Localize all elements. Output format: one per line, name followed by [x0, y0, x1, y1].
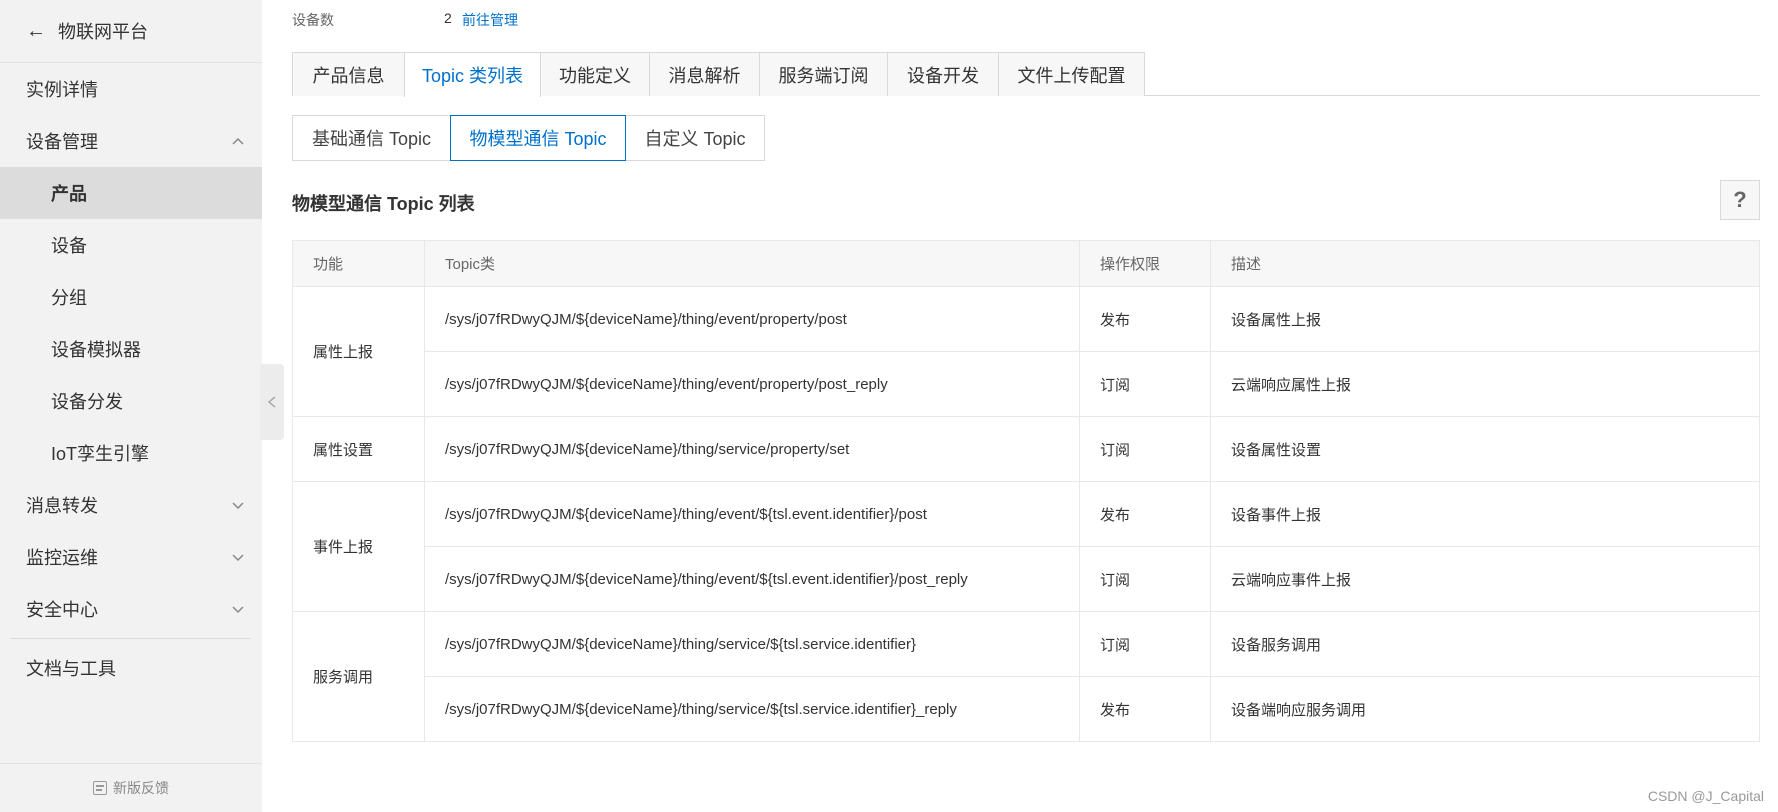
sidebar-item-device-management[interactable]: 设备管理 — [0, 115, 262, 167]
platform-title: 物联网平台 — [58, 22, 148, 42]
sidebar: ← 物联网平台 实例详情 设备管理 产品 设备 分组 设备模拟器 设备分发 Io… — [0, 0, 262, 812]
table-row: 属性设置 /sys/j07fRDwyQJM/${deviceName}/thin… — [292, 416, 1760, 482]
tab-topic-list[interactable]: Topic 类列表 — [404, 52, 541, 97]
topic-cell: /sys/j07fRDwyQJM/${deviceName}/thing/eve… — [424, 351, 1080, 417]
permission-cell: 订阅 — [1079, 416, 1211, 482]
subtab-custom-topic[interactable]: 自定义 Topic — [625, 115, 765, 161]
device-count-label: 设备数 — [292, 12, 334, 28]
topic-cell: /sys/j07fRDwyQJM/${deviceName}/thing/ser… — [424, 416, 1080, 482]
table-row: 属性上报 /sys/j07fRDwyQJM/${deviceName}/thin… — [292, 286, 1760, 417]
subtab-basic-topic[interactable]: 基础通信 Topic — [292, 115, 451, 161]
chevron-down-icon — [228, 547, 248, 567]
chevron-down-icon — [228, 599, 248, 619]
section-title: 物模型通信 Topic 列表 — [292, 194, 475, 214]
sidebar-item-group[interactable]: 分组 — [0, 271, 262, 323]
sidebar-item-label: 产品 — [51, 184, 87, 204]
tab-function-definition[interactable]: 功能定义 — [540, 52, 650, 96]
tab-message-parsing[interactable]: 消息解析 — [649, 52, 760, 96]
secondary-tabs: 基础通信 Topic 物模型通信 Topic 自定义 Topic — [292, 115, 765, 161]
permission-cell: 发布 — [1079, 481, 1211, 547]
sidebar-item-label: 设备管理 — [26, 132, 98, 152]
permission-cell: 订阅 — [1079, 546, 1211, 612]
sidebar-item-device[interactable]: 设备 — [0, 219, 262, 271]
sidebar-item-label: 设备模拟器 — [51, 340, 141, 360]
chevron-left-icon — [267, 396, 276, 408]
arrow-left-icon[interactable]: ← — [26, 21, 46, 41]
table-row: /sys/j07fRDwyQJM/${deviceName}/thing/eve… — [293, 546, 1760, 612]
sidebar-item-label: 设备 — [51, 236, 87, 256]
permission-cell: 订阅 — [1079, 611, 1211, 677]
sidebar-item-label: 文档与工具 — [26, 659, 116, 679]
topic-cell: /sys/j07fRDwyQJM/${deviceName}/thing/eve… — [424, 286, 1080, 352]
tab-product-info[interactable]: 产品信息 — [292, 52, 405, 96]
sidebar-item-label: 实例详情 — [26, 80, 98, 100]
table-row: /sys/j07fRDwyQJM/${deviceName}/thing/eve… — [293, 351, 1760, 417]
function-cell: 属性设置 — [292, 416, 425, 482]
sidebar-item-security-center[interactable]: 安全中心 — [0, 583, 262, 635]
description-cell: 设备属性设置 — [1210, 416, 1760, 482]
column-header-topic: Topic类 — [424, 240, 1080, 287]
tab-device-development[interactable]: 设备开发 — [887, 52, 999, 96]
chevron-down-icon — [228, 495, 248, 515]
sidebar-item-label: 设备分发 — [51, 392, 123, 412]
sidebar-item-product[interactable]: 产品 — [0, 167, 262, 219]
sidebar-item-device-simulator[interactable]: 设备模拟器 — [0, 323, 262, 375]
table-row: 事件上报 /sys/j07fRDwyQJM/${deviceName}/thin… — [292, 481, 1760, 612]
function-cell: 属性上报 — [292, 286, 425, 417]
feedback-button[interactable]: 新版反馈 — [0, 763, 262, 812]
sidebar-header[interactable]: ← 物联网平台 — [0, 0, 262, 63]
function-cell: 服务调用 — [292, 611, 425, 742]
tab-server-subscription[interactable]: 服务端订阅 — [759, 52, 888, 96]
subtab-tsl-topic[interactable]: 物模型通信 Topic — [450, 115, 626, 161]
primary-tabs: 产品信息 Topic 类列表 功能定义 消息解析 服务端订阅 设备开发 文件上传… — [292, 52, 1760, 97]
feedback-label: 新版反馈 — [113, 780, 169, 796]
chevron-up-icon — [228, 131, 248, 151]
description-cell: 云端响应属性上报 — [1210, 351, 1760, 417]
sidebar-collapse-handle[interactable] — [260, 364, 284, 440]
sidebar-item-label: IoT孪生引擎 — [51, 444, 150, 464]
help-button[interactable]: ? — [1720, 180, 1760, 220]
description-cell: 设备属性上报 — [1210, 286, 1760, 352]
function-cell: 事件上报 — [292, 481, 425, 612]
sidebar-item-message-forwarding[interactable]: 消息转发 — [0, 479, 262, 531]
go-manage-link[interactable]: 前往管理 — [462, 10, 518, 30]
topic-cell: /sys/j07fRDwyQJM/${deviceName}/thing/ser… — [424, 676, 1080, 742]
description-cell: 设备服务调用 — [1210, 611, 1760, 677]
sidebar-item-docs-tools[interactable]: 文档与工具 — [0, 642, 262, 694]
sidebar-item-iot-twin-engine[interactable]: IoT孪生引擎 — [0, 427, 262, 479]
sidebar-item-label: 监控运维 — [26, 548, 98, 568]
sidebar-item-monitoring[interactable]: 监控运维 — [0, 531, 262, 583]
column-header-permission: 操作权限 — [1079, 240, 1211, 287]
column-header-function: 功能 — [292, 240, 425, 287]
sidebar-item-label: 消息转发 — [26, 496, 98, 516]
table-row: /sys/j07fRDwyQJM/${deviceName}/thing/ser… — [293, 676, 1760, 742]
column-header-description: 描述 — [1210, 240, 1760, 287]
sidebar-item-label: 安全中心 — [26, 600, 98, 620]
sidebar-item-label: 分组 — [51, 288, 87, 308]
tab-file-upload-config[interactable]: 文件上传配置 — [998, 52, 1145, 96]
sidebar-divider — [11, 638, 251, 639]
permission-cell: 发布 — [1079, 286, 1211, 352]
topic-cell: /sys/j07fRDwyQJM/${deviceName}/thing/eve… — [424, 546, 1080, 612]
sidebar-item-instance-detail[interactable]: 实例详情 — [0, 63, 262, 115]
topic-cell: /sys/j07fRDwyQJM/${deviceName}/thing/ser… — [424, 611, 1080, 677]
watermark: CSDN @J_Capital — [1647, 788, 1764, 804]
description-cell: 设备事件上报 — [1210, 481, 1760, 547]
description-cell: 设备端响应服务调用 — [1210, 676, 1760, 742]
device-count-row: 设备数 2 前往管理 — [292, 10, 518, 30]
description-cell: 云端响应事件上报 — [1210, 546, 1760, 612]
topic-table: 功能 Topic类 操作权限 描述 属性上报 /sys/j07fRDwyQJM/… — [292, 240, 1760, 742]
permission-cell: 发布 — [1079, 676, 1211, 742]
topic-cell: /sys/j07fRDwyQJM/${deviceName}/thing/eve… — [424, 481, 1080, 547]
feedback-icon — [93, 781, 107, 795]
sidebar-item-device-distribution[interactable]: 设备分发 — [0, 375, 262, 427]
table-header-row: 功能 Topic类 操作权限 描述 — [292, 240, 1760, 287]
table-row: 服务调用 /sys/j07fRDwyQJM/${deviceName}/thin… — [292, 611, 1760, 742]
permission-cell: 订阅 — [1079, 351, 1211, 417]
